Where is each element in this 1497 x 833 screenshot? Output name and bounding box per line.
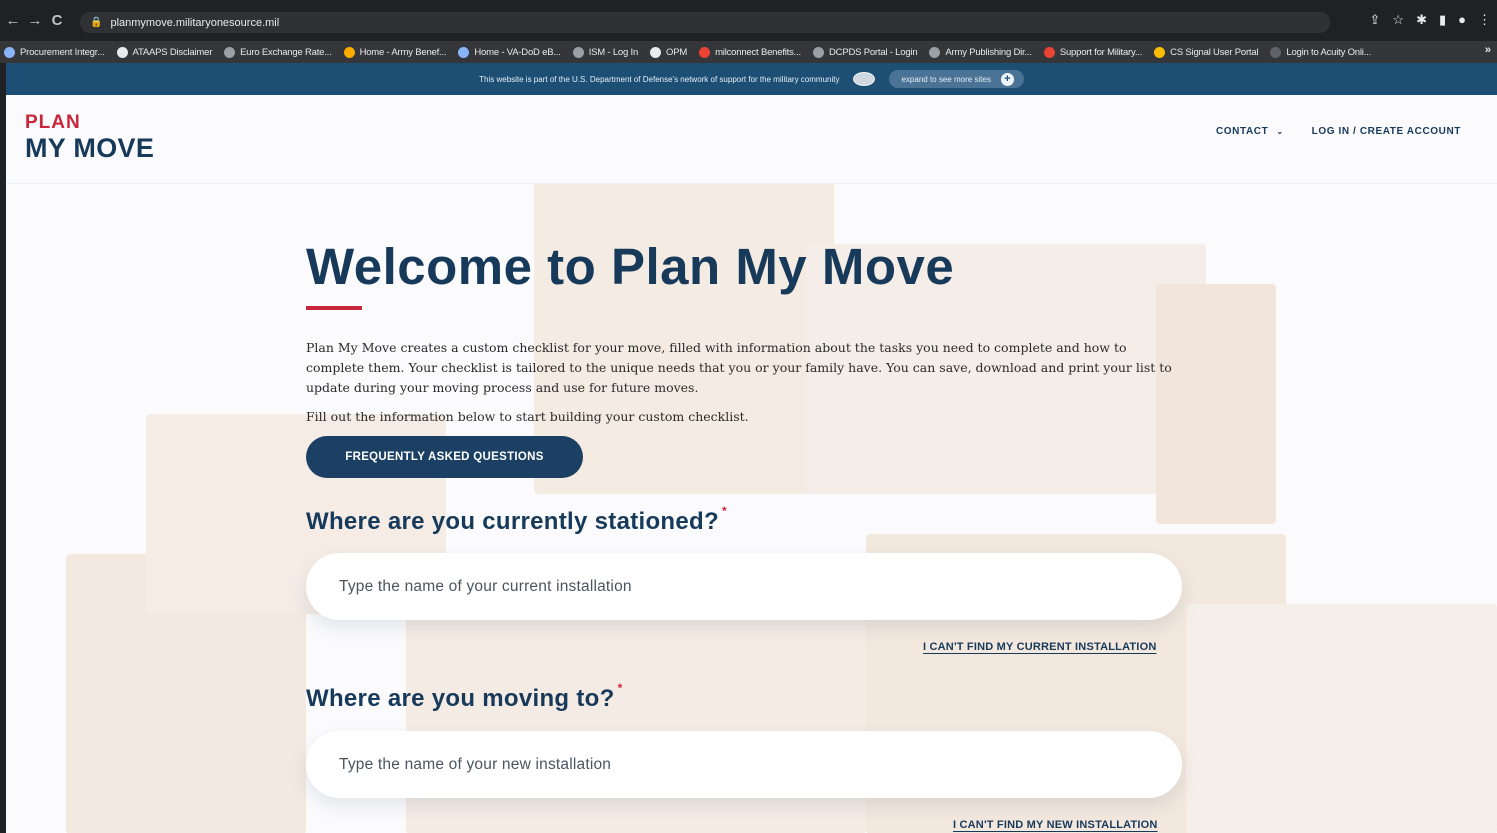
moving-to-question: Where are you moving to? * [306, 681, 623, 713]
bookmark-label: milconnect Benefits... [715, 46, 801, 58]
bookmark-label: Army Publishing Dir... [945, 46, 1032, 58]
bookmark-item[interactable]: Procurement Integr... [4, 46, 105, 58]
star-icon[interactable]: ☆ [1392, 12, 1404, 28]
bookmark-favicon-icon [116, 46, 128, 58]
bookmark-label: Home - Army Benef... [359, 46, 447, 58]
required-marker: * [617, 681, 623, 695]
bookmarks-bar: Procurement Integr... ATAAPS Disclaimer Eu… [0, 41, 1497, 63]
bookmark-favicon-icon [343, 46, 355, 58]
bookmark-favicon-icon [699, 46, 711, 58]
bookmark-item[interactable]: ATAAPS Disclaimer [116, 46, 213, 58]
bookmark-favicon-icon [813, 46, 824, 58]
bookmark-label: Home - VA-DoD eB... [474, 46, 561, 58]
main-content: Welcome to Plan My Move Plan My Move cre… [6, 63, 1497, 833]
bookmark-favicon-icon [458, 46, 470, 58]
sidepanel-icon[interactable]: ▮ [1439, 12, 1446, 28]
bookmarks-overflow-icon[interactable]: » [1485, 44, 1491, 56]
current-installation-input[interactable]: Type the name of your current installati… [306, 553, 1182, 620]
intro-paragraph: Plan My Move creates a custom checklist … [306, 340, 1172, 395]
address-url: planmymove.militaryonesource.mil [110, 16, 280, 29]
new-installation-input[interactable]: Type the name of your new installation [306, 731, 1182, 798]
back-arrow-icon[interactable]: ← [2, 12, 24, 29]
bookmark-favicon-icon [1043, 46, 1055, 58]
bookmark-favicon-icon [929, 46, 941, 58]
bookmark-favicon-icon [650, 46, 662, 58]
faq-button[interactable]: FREQUENTLY ASKED QUESTIONS [306, 436, 583, 478]
bookmark-label: Euro Exchange Rate... [240, 46, 332, 58]
address-bar[interactable]: 🔒 planmymove.militaryonesource.mil [80, 12, 1330, 33]
bookmark-item[interactable]: milconnect Benefits... [699, 46, 801, 58]
browser-toolbar: ← → C 🔒 planmymove.militaryonesource.mil… [0, 0, 1497, 41]
bookmark-label: Login to Acuity Onli... [1286, 46, 1372, 58]
bookmark-label: OPM [666, 46, 688, 58]
title-underline [306, 306, 362, 310]
bookmark-favicon-icon [1270, 46, 1282, 58]
required-marker: * [721, 504, 727, 518]
new-installation-placeholder: Type the name of your new installation [339, 755, 612, 773]
cant-find-current-installation-link[interactable]: I CAN'T FIND MY CURRENT INSTALLATION [923, 641, 1156, 653]
bookmark-label: ISM - Log In [588, 46, 639, 58]
bookmark-label: DCPDS Portal - Login [829, 46, 918, 58]
cant-find-new-installation-link[interactable]: I CAN'T FIND MY NEW INSTALLATION [953, 819, 1158, 831]
bookmark-favicon-icon [4, 46, 15, 58]
bookmark-label: CS Signal User Portal [1170, 46, 1259, 58]
menu-icon[interactable]: ⋮ [1478, 12, 1491, 28]
browser-actions: ⇪ ☆ ✱ ▮ ● ⋮ [1370, 12, 1491, 28]
intro-instruction: Fill out the information below to start … [306, 409, 749, 424]
bookmark-item[interactable]: DCPDS Portal - Login [813, 46, 918, 58]
bookmark-label: Support for Military... [1059, 46, 1143, 58]
moving-to-question-text: Where are you moving to? [306, 685, 615, 712]
current-station-question-text: Where are you currently stationed? [306, 508, 719, 535]
current-station-question: Where are you currently stationed? * [306, 504, 727, 536]
forward-arrow-icon[interactable]: → [24, 12, 46, 29]
bookmark-item[interactable]: Support for Military... [1043, 46, 1143, 58]
bookmark-item[interactable]: CS Signal User Portal [1154, 46, 1259, 58]
reload-icon[interactable]: C [46, 12, 68, 29]
current-installation-placeholder: Type the name of your current installati… [339, 577, 632, 595]
lock-icon: 🔒 [90, 17, 103, 28]
bookmark-item[interactable]: ISM - Log In [572, 46, 639, 58]
bookmark-favicon-icon [224, 46, 236, 58]
bookmark-item[interactable]: Home - VA-DoD eB... [458, 46, 561, 58]
web-page: This website is part of the U.S. Departm… [6, 63, 1497, 833]
page-title: Welcome to Plan My Move [306, 238, 955, 295]
bookmark-item[interactable]: OPM [650, 46, 688, 58]
bookmark-item[interactable]: Euro Exchange Rate... [224, 46, 332, 58]
bookmark-favicon-icon [1154, 46, 1166, 58]
bookmark-label: ATAAPS Disclaimer [132, 46, 213, 58]
bookmark-item[interactable]: Home - Army Benef... [343, 46, 447, 58]
profile-icon[interactable]: ● [1458, 12, 1466, 28]
share-icon[interactable]: ⇪ [1370, 12, 1381, 28]
bookmark-item[interactable]: Army Publishing Dir... [929, 46, 1032, 58]
extensions-icon[interactable]: ✱ [1416, 12, 1427, 28]
bookmark-item[interactable]: Login to Acuity Onli... [1270, 46, 1372, 58]
bookmark-favicon-icon [572, 46, 584, 58]
bookmark-label: Procurement Integr... [20, 46, 105, 58]
